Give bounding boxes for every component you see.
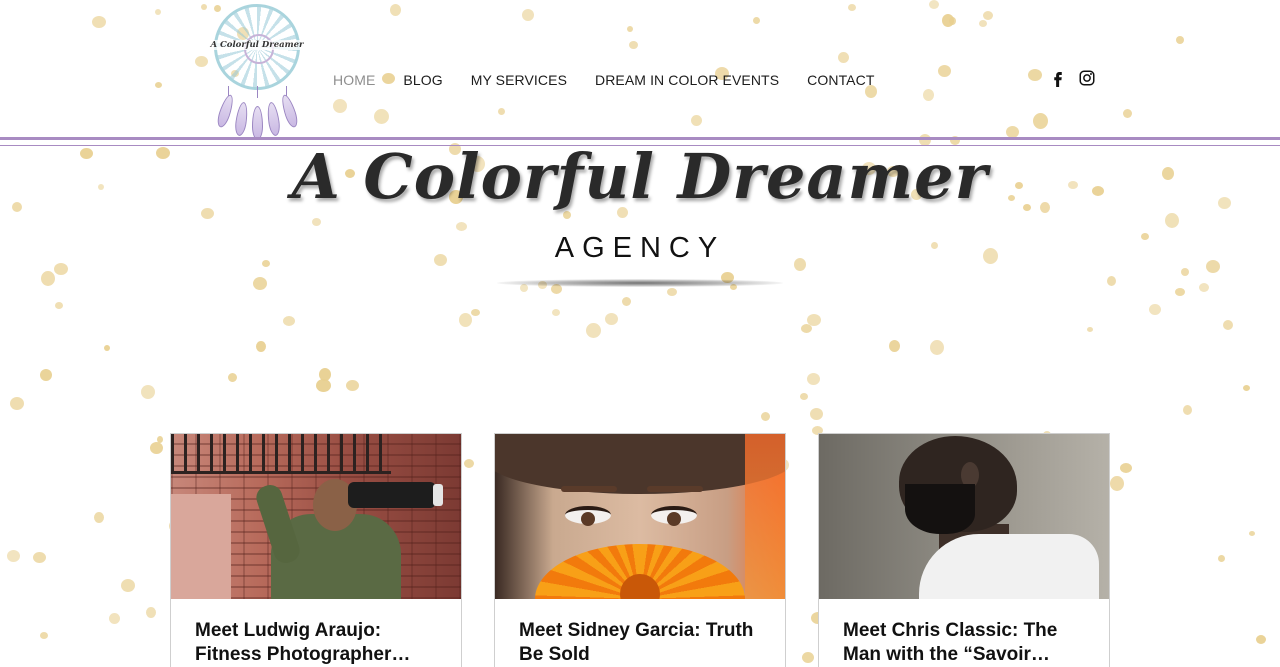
confetti-dot <box>1183 405 1192 415</box>
hero-shadow-divider <box>497 279 783 287</box>
logo-text: A Colorful Dreamer <box>208 40 306 50</box>
logo-string <box>257 86 258 98</box>
confetti-dot <box>7 550 20 562</box>
confetti-dot <box>104 345 110 351</box>
social-bar <box>1049 69 1096 87</box>
confetti-dot <box>1256 635 1266 644</box>
hair <box>495 434 785 494</box>
confetti-dot <box>586 323 601 338</box>
eye <box>651 506 697 526</box>
eye <box>565 506 611 526</box>
door <box>171 494 231 599</box>
confetti-dot <box>40 369 52 381</box>
confetti-dot <box>1249 531 1255 536</box>
post-image[interactable] <box>819 434 1109 599</box>
camera-icon <box>348 482 436 508</box>
fire-escape <box>171 434 391 474</box>
site-logo[interactable]: A Colorful Dreamer <box>208 2 306 140</box>
post-image[interactable] <box>171 434 461 599</box>
confetti-dot <box>930 340 944 355</box>
eyebrow <box>561 486 617 492</box>
hero-subtitle: AGENCY <box>554 232 726 264</box>
confetti-dot <box>283 316 295 326</box>
confetti-dot <box>889 340 900 352</box>
confetti-dot <box>33 552 46 563</box>
blog-post-grid: Meet Ludwig Araujo: Fitness Photographer… <box>170 433 1111 667</box>
confetti-dot <box>55 302 63 309</box>
main-nav: HOME BLOG MY SERVICES DREAM IN COLOR EVE… <box>319 68 888 92</box>
confetti-dot <box>121 579 135 592</box>
confetti-dot <box>471 309 480 316</box>
confetti-dot <box>810 408 823 420</box>
background-blur <box>745 434 785 599</box>
confetti-dot <box>228 373 237 382</box>
beard <box>905 484 975 534</box>
confetti-dot <box>1149 304 1161 315</box>
hero-section: A Colorful Dreamer AGENCY <box>0 140 1280 300</box>
feather-icon <box>279 93 300 129</box>
nav-item-contact[interactable]: CONTACT <box>793 72 888 88</box>
post-title[interactable]: Meet Ludwig Araujo: Fitness Photographer… <box>195 619 441 667</box>
nav-item-dream-in-color-events[interactable]: DREAM IN COLOR EVENTS <box>581 72 793 88</box>
post-title[interactable]: Meet Sidney Garcia: Truth Be Sold <box>519 619 765 667</box>
orange-flower <box>535 544 745 599</box>
camera-lens <box>433 484 443 506</box>
confetti-dot <box>346 380 359 391</box>
nav-item-my-services[interactable]: MY SERVICES <box>457 72 581 88</box>
site-header: A Colorful Dreamer HOME BLOG MY SERVICES… <box>0 0 1280 148</box>
confetti-dot <box>761 412 770 421</box>
white-shirt <box>919 534 1099 599</box>
confetti-dot <box>319 368 331 381</box>
confetti-dot <box>1087 327 1093 332</box>
confetti-dot <box>109 613 120 624</box>
confetti-dot <box>10 397 24 410</box>
confetti-dot <box>459 313 472 327</box>
feather-icon <box>252 106 263 140</box>
confetti-dot <box>605 313 618 325</box>
post-image[interactable] <box>495 434 785 599</box>
hero-title: A Colorful Dreamer <box>291 140 989 213</box>
instagram-icon[interactable] <box>1078 69 1096 87</box>
feather-icon <box>233 101 250 137</box>
confetti-dot <box>256 341 266 352</box>
confetti-dot <box>94 512 104 523</box>
confetti-dot <box>1110 476 1124 491</box>
confetti-dot <box>800 393 808 400</box>
photographer-figure <box>253 474 443 599</box>
confetti-dot <box>807 373 820 385</box>
confetti-dot <box>146 607 156 618</box>
blog-post-card[interactable]: Meet Chris Classic: The Man with the “Sa… <box>818 433 1110 667</box>
facebook-icon[interactable] <box>1049 69 1067 87</box>
confetti-dot <box>552 309 560 316</box>
confetti-dot <box>807 314 821 326</box>
blog-post-card[interactable]: Meet Ludwig Araujo: Fitness Photographer… <box>170 433 462 667</box>
confetti-dot <box>1218 555 1225 562</box>
confetti-dot <box>157 436 163 443</box>
feather-icon <box>215 93 236 129</box>
feather-icon <box>265 101 282 137</box>
confetti-dot <box>1120 463 1132 473</box>
confetti-dot <box>150 442 163 454</box>
confetti-dot <box>40 632 48 639</box>
confetti-dot <box>1223 320 1233 330</box>
post-title[interactable]: Meet Chris Classic: The Man with the “Sa… <box>843 619 1089 667</box>
confetti-dot <box>1243 385 1250 391</box>
nav-item-home[interactable]: HOME <box>319 72 389 88</box>
nav-item-blog[interactable]: BLOG <box>389 72 456 88</box>
eyebrow <box>647 486 703 492</box>
blog-post-card[interactable]: Meet Sidney Garcia: Truth Be Sold <box>494 433 786 667</box>
confetti-dot <box>141 385 155 399</box>
